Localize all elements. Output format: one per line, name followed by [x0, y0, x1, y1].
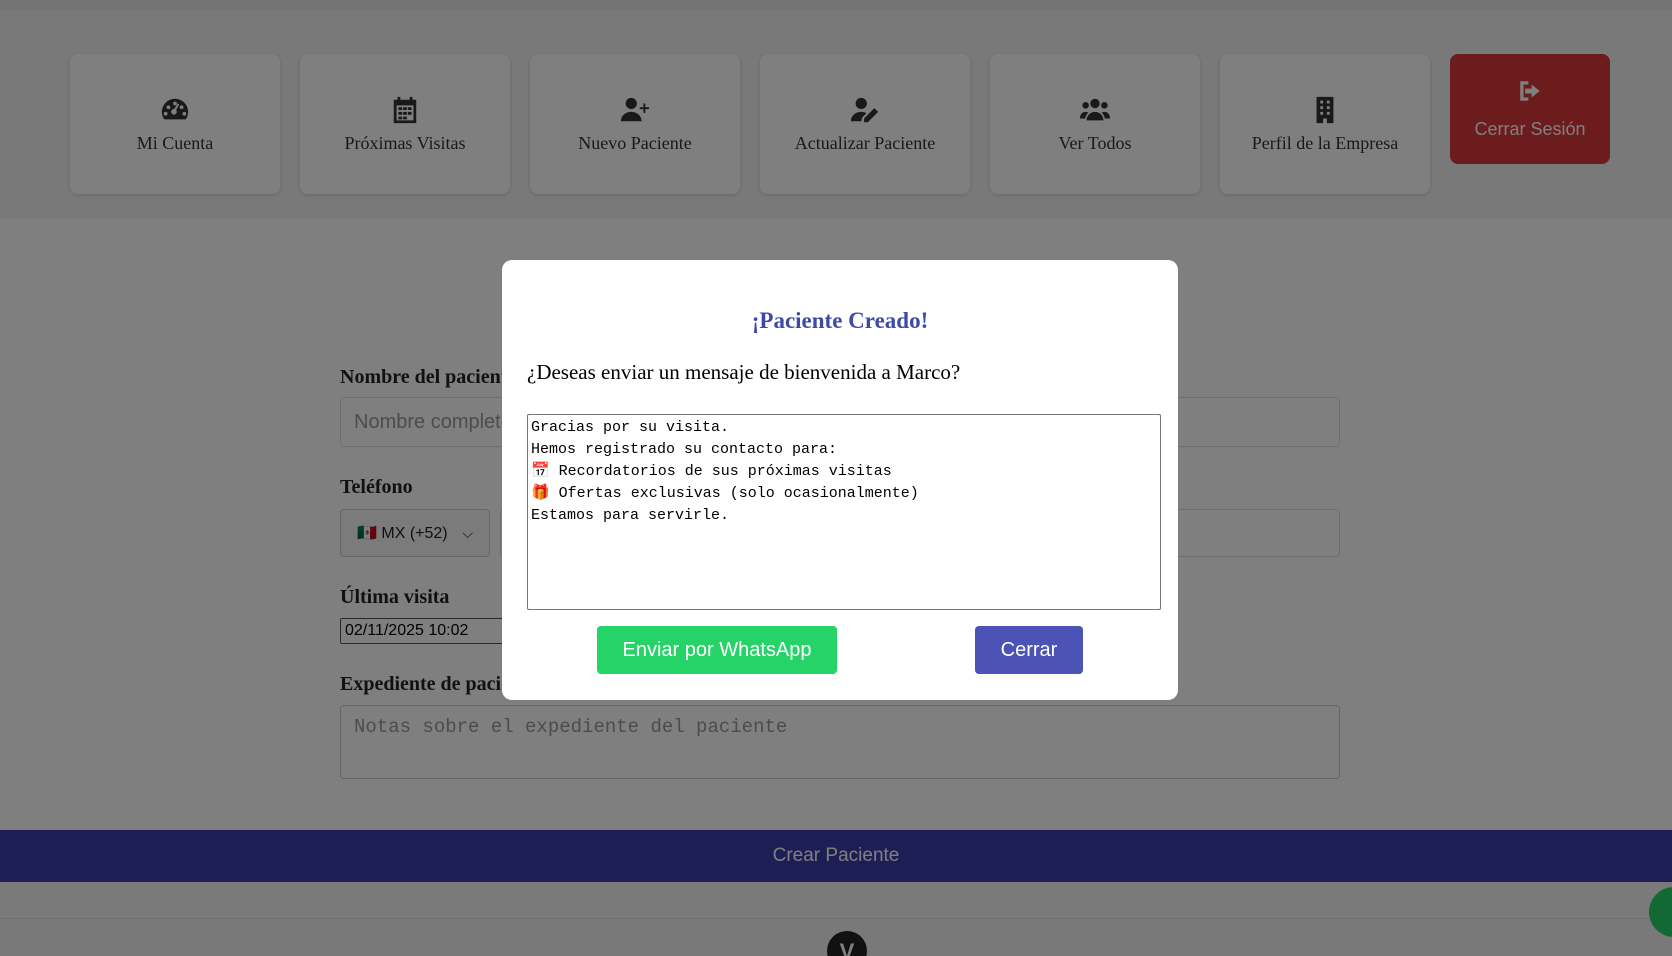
- modal-question: ¿Deseas enviar un mensaje de bienvenida …: [527, 360, 961, 384]
- send-whatsapp-button[interactable]: Enviar por WhatsApp: [597, 626, 837, 674]
- patient-created-modal: ¡Paciente Creado! ¿Deseas enviar un mens…: [502, 260, 1178, 700]
- close-modal-button[interactable]: Cerrar: [975, 626, 1083, 674]
- modal-title: ¡Paciente Creado!: [751, 308, 929, 333]
- welcome-message-textarea[interactable]: Gracias por su visita. Hemos registrado …: [527, 414, 1161, 610]
